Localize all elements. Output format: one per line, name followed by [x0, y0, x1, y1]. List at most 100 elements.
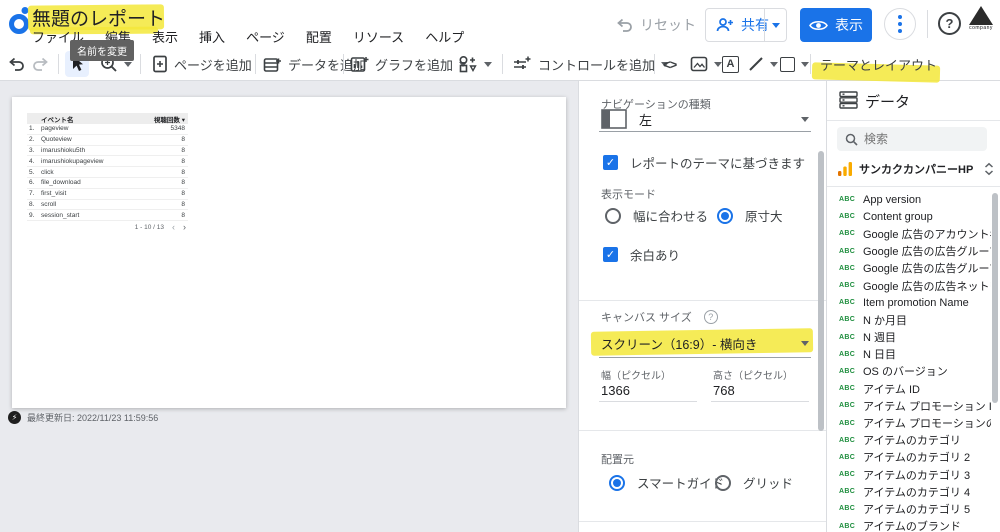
row-rank: 3. — [27, 147, 41, 154]
grid-option[interactable]: グリッド — [715, 473, 793, 492]
canvas-size-dropdown[interactable]: スクリーン（16:9）- 横向き — [601, 334, 757, 353]
table-row[interactable]: 3. imarushioku5th 8 — [27, 146, 188, 157]
reset-label: リセット — [640, 15, 696, 35]
field-row[interactable]: ABC OS のバージョン — [827, 363, 993, 380]
reset-button[interactable]: リセット — [615, 8, 696, 42]
menu-item[interactable]: 表示 — [152, 27, 178, 46]
field-row[interactable]: ABC Item promotion Name — [827, 294, 993, 311]
nav-type-dropdown[interactable]: 左 — [601, 109, 801, 129]
help-button[interactable] — [938, 12, 961, 35]
fields-scrollbar[interactable] — [992, 193, 998, 403]
next-page-icon[interactable] — [183, 222, 186, 232]
avatar-image — [969, 6, 993, 25]
table-row[interactable]: 5. click 8 — [27, 167, 188, 178]
add-chart-button[interactable]: グラフを追加 — [350, 48, 467, 80]
radio-selected-icon[interactable] — [717, 208, 733, 224]
field-row[interactable]: ABC アイテムのカテゴリ 3 — [827, 466, 993, 483]
field-row[interactable]: ABC Google 広告の広告グループ ID — [827, 243, 993, 260]
width-field[interactable]: 1366 — [601, 383, 630, 398]
radio-unselected-icon[interactable] — [605, 208, 621, 224]
chevron-down-icon — [801, 62, 809, 67]
field-row[interactable]: ABC アイテム ID — [827, 380, 993, 397]
table-row[interactable]: 1. pageview 5348 — [27, 124, 188, 135]
field-row[interactable]: ABC N 日目 — [827, 346, 993, 363]
field-row[interactable]: ABC アイテム プロモーションのクリエ... — [827, 414, 993, 431]
table-row[interactable]: 6. file_download 8 — [27, 178, 188, 189]
field-label: Google 広告の広告グループ名 — [863, 260, 991, 276]
table-row[interactable]: 9. session_start 8 — [27, 210, 188, 221]
theme-checkbox-label: レポートのテーマに基づきます — [630, 153, 805, 172]
add-control-button[interactable]: コントロールを追加 — [512, 48, 669, 80]
add-page-label: ページを追加 — [174, 55, 252, 74]
menu-item[interactable]: ページ — [246, 27, 285, 46]
field-row[interactable]: ABC Content group — [827, 208, 993, 225]
image-tool-button[interactable] — [690, 48, 722, 80]
smart-guide-option[interactable]: スマートガイド — [609, 473, 724, 492]
height-field[interactable]: 768 — [713, 383, 735, 398]
field-row[interactable]: ABC アイテムのカテゴリ 5 — [827, 500, 993, 517]
field-row[interactable]: ABC N 週目 — [827, 329, 993, 346]
field-row[interactable]: ABC アイテムのカテゴリ 4 — [827, 483, 993, 500]
chevron-down-icon[interactable] — [801, 117, 809, 122]
add-page-button[interactable]: ページを追加 — [152, 48, 252, 80]
search-input[interactable] — [864, 132, 974, 146]
field-type-text-icon: ABC — [839, 385, 855, 392]
toolbar-divider — [343, 54, 344, 74]
field-row[interactable]: ABC アイテムのカテゴリ 2 — [827, 449, 993, 466]
checkbox-checked-icon[interactable] — [603, 247, 618, 262]
prev-page-icon[interactable] — [172, 222, 175, 232]
menu-item[interactable]: 配置 — [306, 27, 332, 46]
chevron-down-icon[interactable] — [801, 341, 809, 346]
share-caret-button[interactable] — [764, 9, 786, 41]
row-event-name: pageview — [41, 125, 171, 132]
shape-tool-button[interactable] — [780, 48, 809, 80]
events-table[interactable]: イベント名 視聴回数 ▾ 1. pageview 5348 2. — [27, 113, 188, 233]
more-menu-button[interactable] — [884, 8, 916, 40]
field-row[interactable]: ABC アイテムのブランド — [827, 518, 993, 532]
embed-button[interactable] — [663, 48, 676, 80]
field-row[interactable]: ABC アイテム プロモーション ID — [827, 397, 993, 414]
field-type-text-icon: ABC — [839, 523, 855, 530]
table-row[interactable]: 8. scroll 8 — [27, 200, 188, 211]
canvas-area[interactable]: イベント名 視聴回数 ▾ 1. pageview 5348 2. — [0, 81, 578, 532]
field-row[interactable]: ABC N か月目 — [827, 311, 993, 328]
actual-size-option[interactable]: 原寸大 — [717, 206, 783, 225]
field-row[interactable]: ABC Google 広告のアカウント名 — [827, 225, 993, 242]
help-circle-icon[interactable] — [704, 310, 718, 324]
google-analytics-icon — [837, 161, 853, 177]
menu-item[interactable]: ヘルプ — [425, 27, 464, 46]
menu-item[interactable]: 挿入 — [199, 27, 225, 46]
line-tool-button[interactable] — [748, 48, 778, 80]
fit-width-option[interactable]: 幅に合わせる — [605, 206, 708, 225]
table-row[interactable]: 7. first_visit 8 — [27, 189, 188, 200]
redo-button[interactable] — [32, 48, 50, 80]
table-row[interactable]: 2. Quoteview 8 — [27, 135, 188, 146]
properties-scrollbar[interactable] — [818, 151, 824, 431]
margin-checkbox-row[interactable]: 余白あり — [603, 245, 680, 264]
text-tool-button[interactable] — [722, 48, 739, 80]
collapse-icon[interactable] — [983, 162, 995, 176]
table-row[interactable]: 4. imarushiokupageview 8 — [27, 156, 188, 167]
radio-unselected-icon[interactable] — [715, 475, 731, 491]
field-row[interactable]: ABC アイテムのカテゴリ — [827, 432, 993, 449]
community-viz-button[interactable] — [458, 48, 492, 80]
avatar[interactable]: company — [968, 6, 994, 31]
lightning-icon[interactable] — [8, 411, 21, 424]
field-type-text-icon: ABC — [839, 368, 855, 375]
radio-selected-icon[interactable] — [609, 475, 625, 491]
theme-checkbox-row[interactable]: レポートのテーマに基づきます — [603, 153, 805, 172]
field-row[interactable]: ABC App version — [827, 191, 993, 208]
data-source-row[interactable]: サンカクカンパニーHP（APP＋... — [837, 161, 995, 177]
view-button[interactable]: 表示 — [800, 8, 872, 42]
menu-item[interactable]: リソース — [353, 27, 404, 46]
share-button[interactable]: 共有 — [705, 8, 787, 42]
row-value: 8 — [181, 179, 188, 186]
field-row[interactable]: ABC Google 広告の広告ネットワーク ... — [827, 277, 993, 294]
checkbox-checked-icon[interactable] — [603, 155, 618, 170]
report-page[interactable]: イベント名 視聴回数 ▾ 1. pageview 5348 2. — [12, 97, 566, 408]
undo-button[interactable] — [7, 48, 25, 80]
theme-layout-button[interactable]: テーマとレイアウト — [820, 48, 937, 80]
field-row[interactable]: ABC Google 広告の広告グループ名 — [827, 260, 993, 277]
field-label: Item promotion Name — [863, 297, 969, 309]
search-box[interactable] — [837, 127, 987, 151]
